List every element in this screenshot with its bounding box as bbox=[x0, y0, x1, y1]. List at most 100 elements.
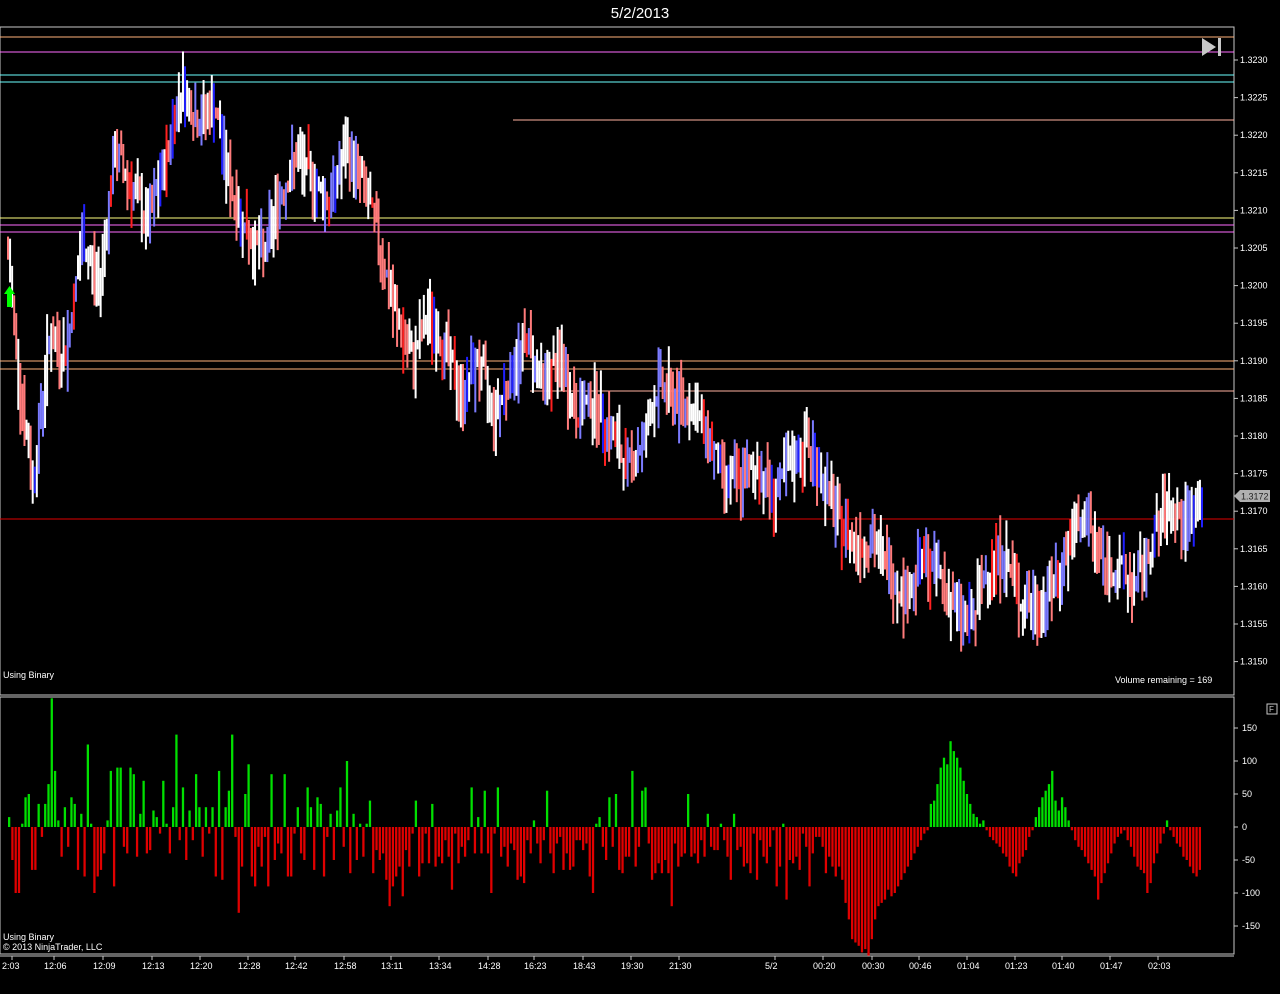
volume-bar bbox=[749, 827, 752, 874]
volume-bar bbox=[21, 823, 24, 827]
volume-bar bbox=[149, 827, 152, 851]
volume-bar bbox=[605, 827, 608, 860]
volume-bar bbox=[723, 827, 726, 841]
volume-bar bbox=[500, 827, 503, 857]
volume-indicator-label: Using Binary bbox=[3, 932, 55, 942]
volume-bar bbox=[759, 827, 762, 841]
volume-bar bbox=[854, 827, 857, 943]
volume-bar bbox=[916, 827, 919, 847]
volume-bar bbox=[431, 803, 434, 827]
volume-bar bbox=[982, 820, 985, 827]
volume-bar bbox=[250, 827, 254, 877]
volume-bar bbox=[135, 827, 139, 857]
volume-bar bbox=[690, 827, 693, 857]
volume-bar bbox=[903, 827, 906, 874]
volume-bar bbox=[657, 827, 660, 864]
volume-bar bbox=[608, 797, 611, 827]
volume-bar bbox=[752, 827, 755, 834]
volume-bar bbox=[1018, 827, 1021, 864]
volume-bar bbox=[1064, 807, 1067, 827]
volume-bar bbox=[1142, 827, 1146, 874]
panel-toggle-icon[interactable]: F bbox=[1266, 703, 1278, 715]
volume-bar bbox=[746, 827, 749, 864]
volume-bar bbox=[700, 827, 703, 841]
chart-canvas[interactable]: 1.3230 1.3225 1.3220 1.3215 1.3210 1.3205 1.32… bbox=[0, 0, 1280, 994]
volume-bar bbox=[1067, 820, 1070, 827]
volume-bar bbox=[385, 827, 388, 880]
volume-bar bbox=[522, 827, 526, 884]
price-tick-label: 1.3165 bbox=[1240, 544, 1268, 554]
time-tick-label: 01:40 bbox=[1052, 961, 1075, 971]
volume-bar bbox=[444, 827, 447, 841]
volume-bar bbox=[198, 807, 201, 827]
volume-bar bbox=[67, 827, 70, 847]
volume-bar bbox=[860, 827, 864, 953]
volume-bar bbox=[270, 774, 273, 827]
volume-bar bbox=[762, 827, 765, 857]
volume-bar bbox=[293, 827, 296, 834]
volume-bar bbox=[772, 827, 775, 831]
volume-bar bbox=[988, 827, 992, 837]
volume-bar bbox=[641, 790, 644, 827]
volume-bar bbox=[224, 807, 227, 827]
volume-bar bbox=[549, 827, 552, 854]
volume-bar bbox=[503, 827, 506, 847]
volume-bar bbox=[1136, 827, 1139, 867]
volume-bar bbox=[539, 827, 542, 864]
volume-bar bbox=[322, 827, 326, 877]
price-tick-label: 1.3220 bbox=[1240, 130, 1268, 140]
volume-bar bbox=[582, 827, 585, 851]
volume-bar bbox=[1195, 827, 1198, 877]
volume-tick-label: 100 bbox=[1242, 756, 1257, 766]
volume-bar bbox=[742, 827, 746, 867]
volume-bar bbox=[454, 827, 457, 834]
price-tick-label: 1.3205 bbox=[1240, 243, 1268, 253]
volume-bar bbox=[919, 827, 923, 841]
time-tick-label: 21:30 bbox=[669, 961, 692, 971]
volume-bar bbox=[477, 817, 480, 827]
volume-bar bbox=[24, 797, 27, 827]
volume-bar bbox=[1074, 827, 1077, 841]
price-tick-label: 1.3180 bbox=[1240, 431, 1268, 441]
volume-bar bbox=[1165, 820, 1169, 827]
time-tick-label: 5/2 bbox=[765, 961, 778, 971]
volume-bar bbox=[362, 827, 365, 857]
volume-bar bbox=[536, 827, 539, 844]
volume-bar bbox=[372, 827, 375, 874]
volume-bar bbox=[414, 800, 418, 827]
volume-bar bbox=[1159, 827, 1162, 844]
volume-bar bbox=[1139, 827, 1142, 870]
price-tick-label: 1.3170 bbox=[1240, 506, 1268, 516]
volume-bar bbox=[188, 810, 191, 827]
volume-bar bbox=[851, 827, 854, 940]
volume-bar bbox=[231, 734, 234, 827]
volume-bar bbox=[418, 827, 421, 877]
volume-bar bbox=[965, 794, 969, 827]
volume-bar bbox=[805, 827, 808, 847]
volume-bar bbox=[739, 827, 742, 847]
volume-bar bbox=[1037, 807, 1041, 827]
volume-bar bbox=[1028, 827, 1031, 837]
volume-bar bbox=[457, 827, 460, 864]
volume-bar bbox=[1129, 827, 1133, 847]
price-tick-label: 1.3225 bbox=[1240, 93, 1268, 103]
volume-bar bbox=[470, 787, 473, 827]
time-tick-label: 12:13 bbox=[142, 961, 165, 971]
volume-bar bbox=[30, 827, 34, 870]
volume-bar bbox=[342, 827, 345, 847]
volume-bar bbox=[34, 827, 37, 870]
volume-bar bbox=[693, 827, 696, 854]
volume-bar bbox=[352, 813, 355, 827]
volume-bar bbox=[598, 817, 601, 827]
volume-bar bbox=[529, 827, 532, 854]
volume-bar bbox=[37, 803, 40, 827]
time-tick-label: 01:47 bbox=[1100, 961, 1123, 971]
time-tick-label: 00:46 bbox=[909, 961, 932, 971]
volume-bar bbox=[542, 827, 545, 841]
volume-tick-label: 0 bbox=[1242, 822, 1247, 832]
volume-bar bbox=[401, 827, 404, 897]
volume-bar bbox=[1185, 827, 1188, 860]
volume-bar bbox=[221, 827, 224, 880]
volume-tick-label: 50 bbox=[1242, 789, 1252, 799]
volume-bar bbox=[808, 827, 811, 887]
